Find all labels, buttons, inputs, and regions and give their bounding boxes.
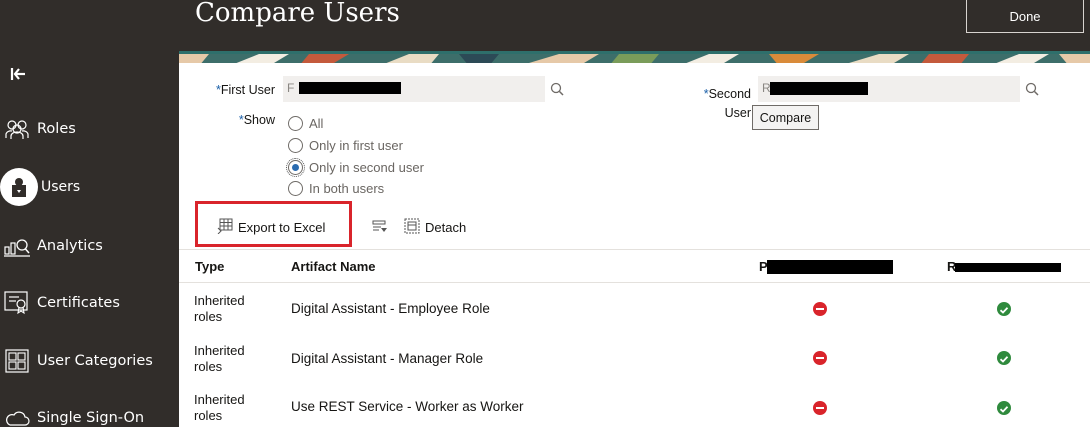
decorative-banner [179,51,1090,63]
collapse-left-icon[interactable] [8,64,28,84]
cell-type-line: roles [194,359,223,374]
deny-icon [813,302,827,316]
redacted-block [767,260,893,274]
radio-button[interactable] [288,115,303,131]
radio-label: In both users [309,180,385,196]
table-row[interactable]: Inherited roles Digital Assistant - Emplo… [179,285,1090,335]
table-row[interactable]: Inherited roles Digital Assistant - Manag… [179,335,1090,385]
second-user-label: *Second [679,87,751,101]
column-header-artifact-name[interactable]: Artifact Name [291,259,376,274]
compare-form-panel: *First User F *Second User R Compare *Sh… [179,63,1090,427]
first-user-value: F [287,81,295,95]
check-icon [997,401,1011,415]
column-header-second-user[interactable]: R [947,259,1061,274]
divider [179,249,1090,250]
cell-type-line: roles [194,309,223,324]
cell-type: Inherited roles [194,293,264,325]
cell-type-line: Inherited [194,343,245,358]
table-row[interactable]: Inherited roles Use REST Service - Worker… [179,385,1090,427]
sidebar-item-label: Users [41,179,81,195]
excel-icon [217,218,238,237]
check-icon [997,351,1011,365]
second-user-label-line2: User [724,106,751,120]
search-icon[interactable] [550,82,566,98]
cell-type-line: roles [194,408,223,423]
sidebar-item-analytics[interactable]: Analytics [0,226,179,266]
radio-label: Only in first user [309,137,403,153]
sidebar-item-label: Analytics [37,238,103,254]
sidebar-item-user-categories[interactable]: User Categories [0,341,179,381]
export-to-excel-button[interactable]: Export to Excel [217,218,325,237]
user-icon [0,168,38,206]
second-user-label-text: Second [708,87,751,101]
page-title: Compare Users [195,0,400,28]
compare-button[interactable]: Compare [752,105,819,130]
radio-button[interactable] [288,137,303,153]
certificate-icon [4,290,30,316]
column-header-type[interactable]: Type [195,259,224,274]
sidebar-item-label: User Categories [37,353,153,369]
done-button[interactable]: Done [966,0,1084,33]
filter-icon [372,220,393,237]
column-header-first-user[interactable]: P [759,259,893,274]
redacted-block [955,263,1061,272]
sidebar-item-single-sign-on[interactable]: Single Sign-On [0,398,179,427]
analytics-icon [4,233,30,259]
radio-option-all[interactable]: All [288,114,323,132]
roles-icon [4,116,30,142]
radio-label: Only in second user [309,159,424,175]
export-to-excel-label: Export to Excel [238,220,326,235]
radio-option-only-second[interactable]: Only in second user [286,157,424,177]
cloud-icon [4,405,30,427]
radio-button-selected[interactable] [286,157,305,177]
radio-option-both[interactable]: In both users [288,179,384,197]
sidebar-item-label: Certificates [37,295,120,311]
sidebar-item-certificates[interactable]: Certificates [0,283,179,323]
radio-option-only-first[interactable]: Only in first user [288,136,403,154]
redacted-block [770,82,868,95]
detach-button[interactable]: Detach [404,218,466,237]
search-icon[interactable] [1025,82,1041,98]
filter-button[interactable] [372,220,393,237]
cell-artifact-name: Digital Assistant - Employee Role [291,301,490,316]
cell-type: Inherited roles [194,392,264,424]
sidebar-item-label: Roles [37,121,76,137]
sidebar-item-label: Single Sign-On [37,410,145,426]
table-toolbar: Export to Excel Detach [195,201,1075,247]
first-user-input[interactable]: F [283,76,545,102]
cell-type: Inherited roles [194,343,264,375]
radio-button[interactable] [288,180,303,196]
first-user-label: *First User [199,83,275,97]
detach-icon [404,218,425,237]
sidebar-item-roles[interactable]: Roles [0,109,179,149]
sidebar: Roles Users Analytics Certificates User … [0,0,179,427]
deny-icon [813,401,827,415]
redacted-block [299,82,401,94]
cell-artifact-name: Digital Assistant - Manager Role [291,351,484,366]
detach-label: Detach [425,220,467,235]
first-user-label-text: First User [220,83,275,97]
show-label: *Show [199,113,275,127]
deny-icon [813,351,827,365]
cell-type-line: Inherited [194,293,245,308]
second-user-input[interactable]: R [758,76,1020,102]
user-categories-icon [4,348,30,374]
check-icon [997,302,1011,316]
cell-artifact-name: Use REST Service - Worker as Worker [291,399,524,414]
page-header: Compare Users Done [179,0,1090,51]
cell-type-line: Inherited [194,392,245,407]
divider [179,282,1090,283]
show-label-text: Show [243,113,275,127]
radio-label: All [309,115,324,131]
sidebar-item-users[interactable]: Users [0,167,179,207]
